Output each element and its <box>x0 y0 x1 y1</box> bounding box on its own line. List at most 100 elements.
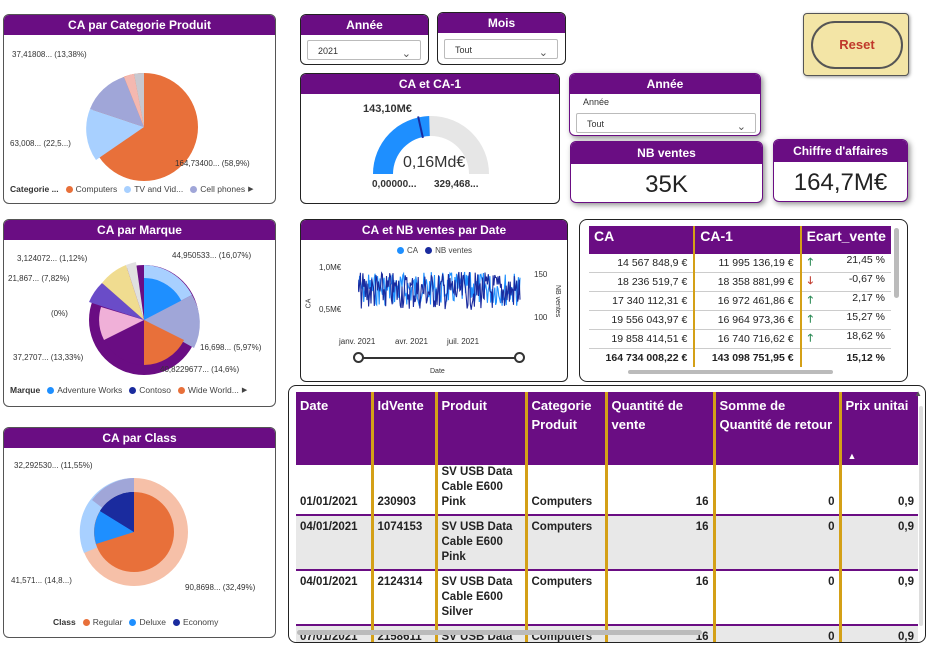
table-row[interactable]: 19 858 414,51 €16 740 716,62 € 🡑 18,62 % <box>589 329 891 349</box>
table-row[interactable]: 04/01/2021 2124314 SV USB Data Cable E600 … <box>296 570 918 626</box>
slicer-title: Année <box>570 74 760 94</box>
cell-ca1: 16 964 973,36 € <box>694 310 802 330</box>
slider-handle-start[interactable] <box>353 352 364 363</box>
legend-item[interactable]: Computers <box>76 184 118 194</box>
slicer-title: Année <box>301 15 428 35</box>
detail-table-panel: Date IdVente Produit Categorie Produit Q… <box>288 385 926 643</box>
legend-item[interactable]: CA <box>407 246 418 255</box>
sort-ascending-icon[interactable]: ▲ <box>848 447 857 466</box>
legend-next-icon[interactable]: ▶ <box>242 386 247 394</box>
col-date[interactable]: Date <box>296 392 374 465</box>
total-ca1: 143 098 751,95 € <box>694 348 802 367</box>
kpi-nb-ventes: NB ventes 35K <box>570 141 763 203</box>
cell-date: 04/01/2021 <box>296 515 374 571</box>
dropdown-value: 2021 <box>318 46 339 56</box>
col-quantite[interactable]: Quantité de vente <box>606 392 716 465</box>
legend-item[interactable]: Contoso <box>139 385 171 395</box>
legend-item[interactable]: Wide World... <box>188 385 239 395</box>
arrow-down-icon: 🡓 <box>807 275 814 287</box>
cell-ca1: 18 358 881,99 € <box>694 272 802 292</box>
class-pie-panel: CA par Class 32,292530... (11,55%) 41,57… <box>3 427 276 638</box>
legend-item[interactable]: Economy <box>183 617 218 627</box>
legend-dot <box>177 386 185 394</box>
cell-price: 0,9 <box>840 570 918 626</box>
cell-qty: 16 <box>606 570 716 626</box>
brand-pie-chart[interactable] <box>4 240 276 407</box>
class-pie-chart[interactable] <box>4 448 276 638</box>
cell-id: 1074153 <box>372 515 438 571</box>
slider-handle-end[interactable] <box>514 352 525 363</box>
arrow-up-icon: 🡑 <box>807 313 814 325</box>
col-categorie[interactable]: Categorie Produit <box>526 392 608 465</box>
cell-return: 0 <box>714 515 842 571</box>
mois-dropdown[interactable]: Tout ⌄ <box>444 39 558 59</box>
chart-legend: Categorie ... Computers TV and Vid... Ce… <box>10 184 254 194</box>
slice-label: 21,867... (7,82%) <box>8 274 70 283</box>
chart-legend: CA NB ventes <box>397 246 472 255</box>
legend-item[interactable]: Adventure Works <box>57 385 122 395</box>
cell-id: 2124314 <box>372 570 438 626</box>
legend-dot <box>397 247 404 254</box>
cell-ecart: 🡑 15,27 % <box>800 310 891 330</box>
legend-title: Marque <box>10 385 41 395</box>
chart-legend: Marque Adventure Works Contoso Wide Worl… <box>10 385 247 395</box>
panel-title: CA par Class <box>4 428 275 448</box>
col-prix[interactable]: Prix unitai ▲ <box>840 392 918 465</box>
slice-label: 40,8229677... (14,6%) <box>160 365 240 374</box>
horizontal-scrollbar[interactable] <box>297 630 702 635</box>
arrow-up-icon: 🡑 <box>807 332 814 344</box>
legend-item[interactable]: TV and Vid... <box>134 184 183 194</box>
y-axis-label: CA <box>305 298 313 309</box>
more-options-icon[interactable]: ▲ <box>914 389 922 398</box>
slice-label: (0%) <box>51 309 68 318</box>
legend-item[interactable]: Cell phones <box>200 184 245 194</box>
legend-dot <box>129 618 137 626</box>
panel-title: CA par Marque <box>4 220 275 240</box>
gauge-chart[interactable] <box>301 94 560 204</box>
col-produit[interactable]: Produit <box>436 392 528 465</box>
table-row[interactable]: 14 567 848,9 €11 995 136,19 € 🡑 21,45 % <box>589 254 891 273</box>
legend-dot <box>129 386 137 394</box>
legend-item[interactable]: Regular <box>93 617 123 627</box>
slice-label: 3,124072... (1,12%) <box>17 254 88 263</box>
legend-next-icon[interactable]: ▶ <box>248 185 253 193</box>
cell-qty: 16 <box>606 515 716 571</box>
col-idvente[interactable]: IdVente <box>372 392 438 465</box>
col-ca1[interactable]: CA-1 <box>694 226 802 254</box>
kpi-chiffre-affaires: Chiffre d'affaires 164,7M€ <box>773 139 908 202</box>
vertical-scrollbar[interactable] <box>894 228 899 298</box>
col-ecart[interactable]: Ecart_vente <box>800 226 891 254</box>
table-row[interactable]: 18 236 519,7 €18 358 881,99 € 🡓 -0,67 % <box>589 272 891 292</box>
table-row[interactable]: 04/01/2021 1074153 SV USB Data Cable E600 … <box>296 515 918 571</box>
x-tick: juil. 2021 <box>447 337 480 346</box>
ecart-value: 21,45 % <box>846 254 885 266</box>
annee-dropdown[interactable]: 2021 ⌄ <box>307 40 421 60</box>
cell-date: 04/01/2021 <box>296 570 374 626</box>
line-chart-plot[interactable] <box>358 265 528 335</box>
horizontal-scrollbar[interactable] <box>628 370 833 374</box>
reset-button[interactable]: Reset <box>803 13 909 76</box>
vertical-scrollbar[interactable] <box>919 406 923 626</box>
table-row[interactable]: 01/01/2021 230903 SV USB Data Cable E600 P… <box>296 465 918 516</box>
cell-ecart: 🡑 18,62 % <box>800 329 891 349</box>
cell-price: 0,9 <box>840 515 918 571</box>
category-pie-chart[interactable] <box>4 35 276 204</box>
slicer-header: Année <box>583 97 610 107</box>
y2-axis-label: NB ventes <box>554 285 561 318</box>
legend-item[interactable]: NB ventes <box>435 246 472 255</box>
legend-item[interactable]: Deluxe <box>139 617 165 627</box>
detail-table[interactable]: Date IdVente Produit Categorie Produit Q… <box>296 392 918 642</box>
category-pie-panel: CA par Categorie Produit 37,41808... (13… <box>3 14 276 204</box>
table-row[interactable]: 19 556 043,97 €16 964 973,36 € 🡑 15,27 % <box>589 310 891 330</box>
slice-label: 41,571... (14,8...) <box>11 576 72 585</box>
table-row[interactable]: 17 340 112,31 €16 972 461,86 € 🡑 2,17 % <box>589 291 891 311</box>
compare-table[interactable]: CA CA-1 Ecart_vente 14 567 848,9 €11 995… <box>589 226 891 367</box>
cell-ecart: 🡓 -0,67 % <box>800 272 891 292</box>
chart-legend: Class Regular Deluxe Economy <box>53 617 218 627</box>
date-range-slider[interactable] <box>353 352 525 363</box>
col-retour[interactable]: Somme de Quantité de retour <box>714 392 842 465</box>
col-ca[interactable]: CA <box>589 226 696 254</box>
slice-label: 37,41808... (13,38%) <box>12 50 87 59</box>
annee2-dropdown[interactable]: Tout ⌄ <box>576 113 756 133</box>
cell-return: 0 <box>714 625 842 642</box>
